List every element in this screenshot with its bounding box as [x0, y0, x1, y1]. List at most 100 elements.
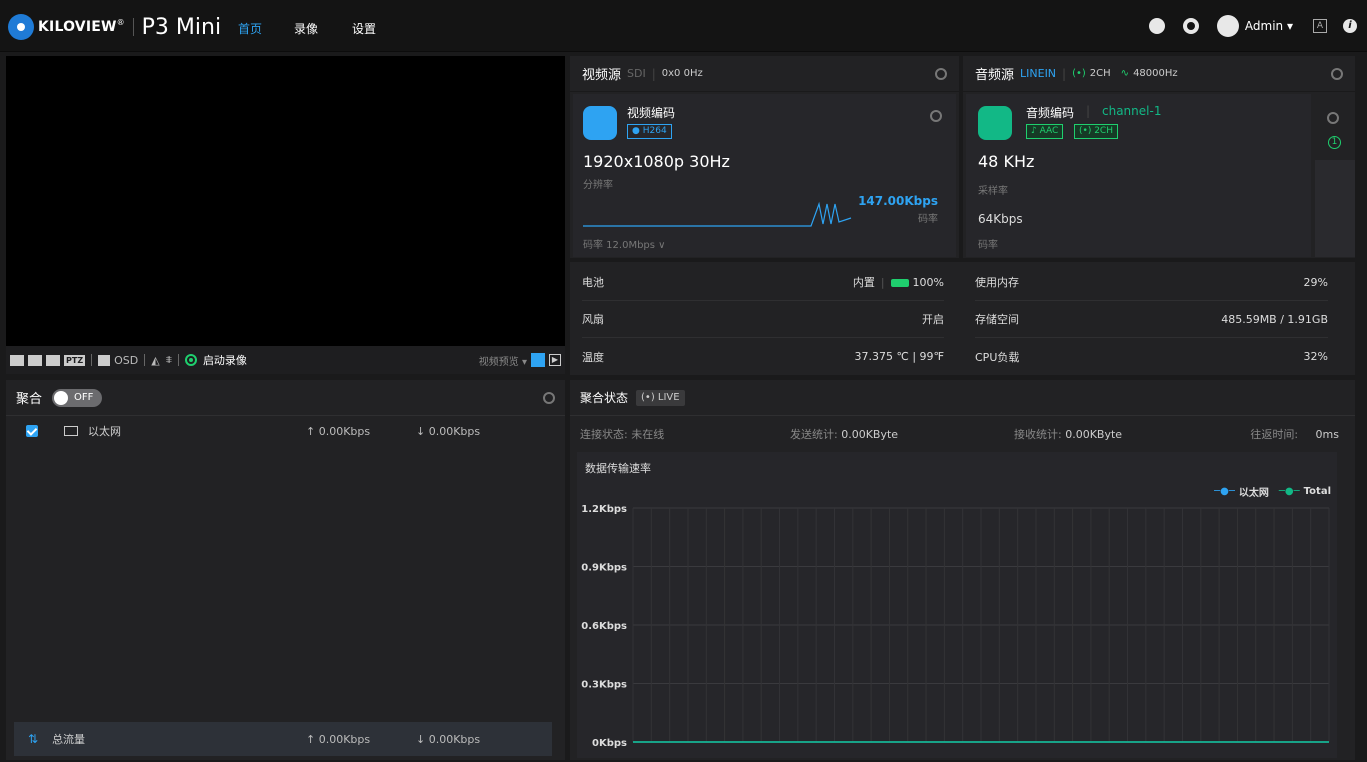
device-status: 电池 内置 | 100% 风扇 开启 温度 37.375 ℃ | 99℉ 使用内存 …	[570, 262, 1355, 375]
recv-label: 接收统计:	[1014, 428, 1062, 441]
record-icon[interactable]	[184, 354, 197, 366]
bitrate-setting[interactable]: 码率 12.0Mbps ∨	[583, 236, 665, 251]
aggregation-status-panel: 聚合状态 (•) LIVE 连接状态: 未在线 发送统计: 0.00KByte …	[570, 380, 1355, 760]
y-tick-label: 0Kbps	[592, 738, 627, 749]
update-icon[interactable]	[1182, 18, 1199, 34]
record-button[interactable]: 启动录像	[203, 352, 247, 368]
battery-value: 内置 | 100%	[852, 276, 944, 289]
y-tick-label: 0.6Kbps	[581, 621, 627, 632]
video-toolbar: PTZ OSD ◭ ⩨ 启动录像 视频预览 ▾ ▶	[6, 346, 565, 374]
y-tick-label: 0.3Kbps	[581, 680, 627, 691]
gear-icon[interactable]	[1327, 112, 1339, 124]
gear-icon[interactable]	[543, 391, 555, 404]
snapshot-icon[interactable]	[531, 353, 545, 367]
send-stat: 发送统计: 0.00KByte	[790, 426, 898, 442]
osd-button[interactable]: OSD	[114, 354, 138, 367]
channel-list	[1315, 160, 1355, 257]
resolution-label: 分辨率	[583, 180, 613, 191]
storage-row: 存储空间 485.59MB / 1.91GB	[975, 301, 1328, 338]
gear-icon[interactable]	[1331, 67, 1343, 80]
cpu-value: 32%	[1303, 350, 1328, 363]
agg-status-title: 聚合状态	[580, 391, 629, 405]
audio-bitrate-label: 码率	[978, 240, 998, 251]
transfer-chart: 数据传输速率 ─●─ 以太网 ─●─ Total 1.2Kbps 0.9Kbps 0…	[577, 452, 1337, 758]
send-label: 发送统计:	[790, 428, 838, 441]
total-upload: ↑ 0.00Kbps	[306, 732, 371, 746]
audio-source-header: 音频源 LINEIN | (•) 2CH ∿ 48000Hz	[963, 56, 1355, 92]
layout-split-icon[interactable]	[28, 354, 42, 366]
logo[interactable]: KILOVIEW ® P3 Mini	[8, 14, 221, 40]
flip-icon[interactable]: ⩨	[166, 353, 172, 367]
bitrate-sparkline	[583, 201, 852, 227]
top-bar: KILOVIEW ® P3 Mini 首页 录像 设置 Admin ▾ A i	[0, 0, 1367, 52]
chart-plot: 1.2Kbps 0.9Kbps 0.6Kbps 0.3Kbps 0Kbps	[581, 504, 1330, 749]
video-encode-icon	[583, 106, 617, 140]
rtt-label: 往返时间:	[1250, 428, 1299, 441]
resolution: 1920x1080p 30Hz	[583, 152, 730, 171]
total-label: 总流量	[52, 733, 86, 746]
ethernet-checkbox[interactable]	[26, 425, 38, 437]
nav-record[interactable]: 录像	[294, 20, 318, 37]
microphone-icon[interactable]	[1148, 18, 1165, 34]
rtt-stat: 往返时间: 0ms	[1250, 426, 1339, 442]
recv-value: 0.00KByte	[1065, 428, 1123, 441]
broadcast-icon: (•)	[1072, 68, 1086, 79]
battery-icon	[890, 279, 909, 287]
storage-value: 485.59MB / 1.91GB	[1221, 312, 1328, 326]
gear-icon[interactable]	[935, 67, 947, 80]
download-rate: ↓ 0.00Kbps	[416, 424, 481, 438]
play-icon[interactable]: ▶	[549, 354, 561, 366]
audio-codec-label: AAC	[1039, 126, 1059, 136]
nav-home[interactable]: 首页	[238, 20, 262, 37]
video-source-type: SDI	[627, 67, 646, 80]
video-encode-card: 视频编码 ● H264 1920x1080p 30Hz 分辨率 147.00Kb…	[573, 94, 956, 257]
audio-bitrate: 64Kbps	[978, 212, 1023, 226]
gear-icon[interactable]	[930, 110, 942, 122]
divider	[177, 354, 179, 366]
audio-rate: 48000Hz	[1133, 68, 1178, 79]
battery-row: 电池 内置 | 100%	[582, 264, 944, 301]
audio-ch-label: 2CH	[1094, 126, 1113, 136]
image-icon[interactable]	[98, 354, 111, 366]
user-menu[interactable]: Admin ▾	[1245, 19, 1293, 33]
send-value: 0.00KByte	[841, 428, 899, 441]
live-badge: (•) LIVE	[636, 389, 685, 406]
cpu-label: CPU负载	[975, 350, 1020, 364]
memory-value: 29%	[1303, 275, 1328, 289]
divider	[132, 18, 134, 36]
channel-count-badge[interactable]: 1	[1328, 136, 1341, 149]
audio-channels: 2CH	[1089, 68, 1111, 79]
fan-label: 风扇	[582, 313, 604, 326]
y-tick-label: 0.9Kbps	[581, 563, 627, 574]
y-tick-label: 1.2Kbps	[581, 504, 627, 515]
codec-label: H264	[642, 126, 667, 136]
video-source-header: 视频源 SDI | 0x0 0Hz	[570, 56, 959, 92]
preview-select[interactable]: 视频预览 ▾	[479, 353, 527, 368]
live-label: LIVE	[657, 391, 680, 403]
headphones-icon	[978, 106, 1012, 140]
temperature-label: 温度	[582, 350, 604, 364]
temperature-row: 温度 37.375 ℃ | 99℉	[582, 338, 944, 375]
mirror-icon[interactable]: ◭	[151, 354, 159, 367]
nav-settings[interactable]: 设置	[352, 20, 376, 37]
layout-grid-icon[interactable]	[10, 354, 24, 366]
logo-icon	[8, 14, 34, 40]
sample-rate: 48 KHz	[978, 152, 1035, 171]
bitrate-value: 147.00Kbps	[858, 194, 938, 208]
codec-tag: ● H264	[627, 124, 672, 139]
language-icon[interactable]: A	[1313, 19, 1327, 33]
total-download: ↓ 0.00Kbps	[416, 732, 481, 746]
aggregation-toggle[interactable]: OFF	[52, 388, 103, 407]
audio-source-type: LINEIN	[1020, 67, 1057, 80]
cpu-row: CPU负载 32%	[975, 338, 1328, 375]
info-icon[interactable]: i	[1343, 19, 1357, 33]
conn-stat: 连接状态: 未在线	[580, 426, 664, 442]
aggregation-panel: 聚合 OFF 以太网 ↑ 0.00Kbps ↓ 0.00Kbps ⇅ 总流量 ↑…	[6, 380, 565, 760]
audio-encode-card: 音频编码 | channel-1 ♪ AAC (•) 2CH 48 KHz 采样…	[966, 94, 1311, 257]
ptz-button[interactable]: PTZ	[64, 354, 86, 366]
divider	[91, 354, 93, 366]
battery-source: 内置	[852, 276, 875, 289]
avatar[interactable]	[1216, 15, 1239, 37]
level-meter-icon[interactable]	[46, 354, 60, 366]
audio-channel-name: channel-1	[1102, 104, 1162, 118]
